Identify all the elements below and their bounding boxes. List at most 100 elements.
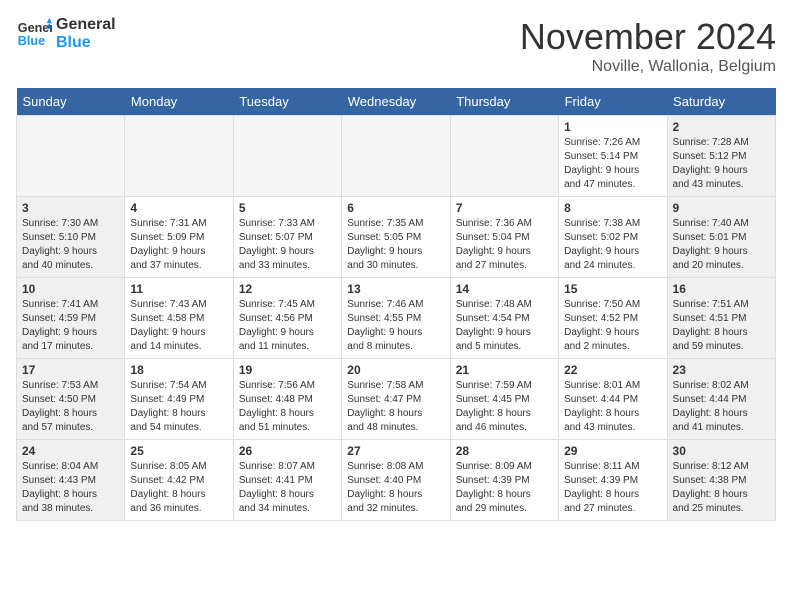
day-info: Sunrise: 7:31 AM Sunset: 5:09 PM Dayligh…	[130, 217, 227, 273]
day-info: Sunrise: 7:48 AM Sunset: 4:54 PM Dayligh…	[456, 298, 553, 354]
day-info: Sunrise: 8:02 AM Sunset: 4:44 PM Dayligh…	[673, 379, 770, 435]
day-info: Sunrise: 7:41 AM Sunset: 4:59 PM Dayligh…	[22, 298, 119, 354]
day-number: 23	[673, 363, 770, 377]
day-info: Sunrise: 7:40 AM Sunset: 5:01 PM Dayligh…	[673, 217, 770, 273]
day-info: Sunrise: 7:38 AM Sunset: 5:02 PM Dayligh…	[564, 217, 661, 273]
day-info: Sunrise: 7:35 AM Sunset: 5:05 PM Dayligh…	[347, 217, 444, 273]
calendar-cell	[233, 116, 341, 197]
day-number: 25	[130, 444, 227, 458]
day-info: Sunrise: 8:08 AM Sunset: 4:40 PM Dayligh…	[347, 460, 444, 516]
day-number: 10	[22, 282, 119, 296]
calendar-cell: 27Sunrise: 8:08 AM Sunset: 4:40 PM Dayli…	[342, 440, 450, 521]
calendar-cell: 13 Sunrise: 7:46 AM Sunset: 4:55 PM Dayli…	[342, 278, 450, 359]
day-info: Sunrise: 7:46 AM Sunset: 4:55 PM Dayligh…	[347, 298, 444, 354]
day-info: Sunrise: 8:09 AM Sunset: 4:39 PM Dayligh…	[456, 460, 553, 516]
day-number: 28	[456, 444, 553, 458]
day-info: Sunrise: 7:33 AM Sunset: 5:07 PM Dayligh…	[239, 217, 336, 273]
title-area: November 2024 Noville, Wallonia, Belgium	[520, 16, 776, 76]
header: General Blue General Blue November 2024 …	[16, 16, 776, 76]
day-number: 18	[130, 363, 227, 377]
day-number: 11	[130, 282, 227, 296]
calendar-cell: 22 Sunrise: 8:01 AM Sunset: 4:44 PM Dayli…	[559, 359, 667, 440]
day-number: 2	[673, 120, 770, 134]
calendar-week-3: 10 Sunrise: 7:41 AM Sunset: 4:59 PM Dayli…	[17, 278, 776, 359]
day-info: Sunrise: 7:45 AM Sunset: 4:56 PM Dayligh…	[239, 298, 336, 354]
calendar-cell: 21Sunrise: 7:59 AM Sunset: 4:45 PM Dayli…	[450, 359, 558, 440]
calendar-table: SundayMondayTuesdayWednesdayThursdayFrid…	[16, 88, 776, 521]
calendar-cell: 17 Sunrise: 7:53 AM Sunset: 4:50 PM Dayli…	[17, 359, 125, 440]
day-info: Sunrise: 8:01 AM Sunset: 4:44 PM Dayligh…	[564, 379, 661, 435]
day-info: Sunrise: 7:58 AM Sunset: 4:47 PM Dayligh…	[347, 379, 444, 435]
header-wednesday: Wednesday	[342, 88, 450, 116]
calendar-cell: 5 Sunrise: 7:33 AM Sunset: 5:07 PM Daylig…	[233, 197, 341, 278]
day-number: 3	[22, 201, 119, 215]
day-info: Sunrise: 7:36 AM Sunset: 5:04 PM Dayligh…	[456, 217, 553, 273]
day-info: Sunrise: 7:43 AM Sunset: 4:58 PM Dayligh…	[130, 298, 227, 354]
day-number: 1	[564, 120, 661, 134]
month-title: November 2024	[520, 16, 776, 58]
calendar-cell: 8 Sunrise: 7:38 AM Sunset: 5:02 PM Daylig…	[559, 197, 667, 278]
day-number: 24	[22, 444, 119, 458]
header-monday: Monday	[125, 88, 233, 116]
calendar-cell: 12 Sunrise: 7:45 AM Sunset: 4:56 PM Dayli…	[233, 278, 341, 359]
day-number: 12	[239, 282, 336, 296]
day-number: 14	[456, 282, 553, 296]
calendar-cell: 6Sunrise: 7:35 AM Sunset: 5:05 PM Daylig…	[342, 197, 450, 278]
calendar-cell: 10 Sunrise: 7:41 AM Sunset: 4:59 PM Dayli…	[17, 278, 125, 359]
day-number: 26	[239, 444, 336, 458]
day-number: 16	[673, 282, 770, 296]
calendar-cell: 7Sunrise: 7:36 AM Sunset: 5:04 PM Daylig…	[450, 197, 558, 278]
day-info: Sunrise: 8:04 AM Sunset: 4:43 PM Dayligh…	[22, 460, 119, 516]
calendar-week-5: 24 Sunrise: 8:04 AM Sunset: 4:43 PM Dayli…	[17, 440, 776, 521]
calendar-cell: 14 Sunrise: 7:48 AM Sunset: 4:54 PM Dayli…	[450, 278, 558, 359]
day-number: 5	[239, 201, 336, 215]
calendar-cell: 16 Sunrise: 7:51 AM Sunset: 4:51 PM Dayli…	[667, 278, 775, 359]
calendar-cell: 28 Sunrise: 8:09 AM Sunset: 4:39 PM Dayli…	[450, 440, 558, 521]
day-number: 17	[22, 363, 119, 377]
day-info: Sunrise: 7:59 AM Sunset: 4:45 PM Dayligh…	[456, 379, 553, 435]
calendar-header-row: SundayMondayTuesdayWednesdayThursdayFrid…	[17, 88, 776, 116]
calendar-cell: 29 Sunrise: 8:11 AM Sunset: 4:39 PM Dayli…	[559, 440, 667, 521]
header-saturday: Saturday	[667, 88, 775, 116]
calendar-cell: 9Sunrise: 7:40 AM Sunset: 5:01 PM Daylig…	[667, 197, 775, 278]
calendar-week-4: 17 Sunrise: 7:53 AM Sunset: 4:50 PM Dayli…	[17, 359, 776, 440]
day-number: 29	[564, 444, 661, 458]
header-sunday: Sunday	[17, 88, 125, 116]
logo-icon: General Blue	[16, 16, 52, 52]
calendar-cell: 3 Sunrise: 7:30 AM Sunset: 5:10 PM Daylig…	[17, 197, 125, 278]
day-number: 4	[130, 201, 227, 215]
day-info: Sunrise: 8:05 AM Sunset: 4:42 PM Dayligh…	[130, 460, 227, 516]
calendar-cell: 11 Sunrise: 7:43 AM Sunset: 4:58 PM Dayli…	[125, 278, 233, 359]
logo-line1: General	[56, 16, 116, 34]
calendar-cell: 24 Sunrise: 8:04 AM Sunset: 4:43 PM Dayli…	[17, 440, 125, 521]
calendar-cell: 18 Sunrise: 7:54 AM Sunset: 4:49 PM Dayli…	[125, 359, 233, 440]
calendar-cell: 15Sunrise: 7:50 AM Sunset: 4:52 PM Dayli…	[559, 278, 667, 359]
header-thursday: Thursday	[450, 88, 558, 116]
day-number: 30	[673, 444, 770, 458]
calendar-cell	[450, 116, 558, 197]
calendar-cell: 26 Sunrise: 8:07 AM Sunset: 4:41 PM Dayli…	[233, 440, 341, 521]
day-info: Sunrise: 7:56 AM Sunset: 4:48 PM Dayligh…	[239, 379, 336, 435]
day-number: 20	[347, 363, 444, 377]
calendar-week-1: 1 Sunrise: 7:26 AM Sunset: 5:14 PM Daylig…	[17, 116, 776, 197]
logo-line2: Blue	[56, 34, 116, 52]
day-info: Sunrise: 8:07 AM Sunset: 4:41 PM Dayligh…	[239, 460, 336, 516]
day-number: 8	[564, 201, 661, 215]
day-info: Sunrise: 8:12 AM Sunset: 4:38 PM Dayligh…	[673, 460, 770, 516]
day-info: Sunrise: 7:51 AM Sunset: 4:51 PM Dayligh…	[673, 298, 770, 354]
logo: General Blue General Blue	[16, 16, 116, 52]
day-number: 13	[347, 282, 444, 296]
calendar-cell	[17, 116, 125, 197]
calendar-cell: 4 Sunrise: 7:31 AM Sunset: 5:09 PM Daylig…	[125, 197, 233, 278]
calendar-cell	[342, 116, 450, 197]
day-info: Sunrise: 8:11 AM Sunset: 4:39 PM Dayligh…	[564, 460, 661, 516]
calendar-cell	[125, 116, 233, 197]
calendar-cell: 19Sunrise: 7:56 AM Sunset: 4:48 PM Dayli…	[233, 359, 341, 440]
day-number: 22	[564, 363, 661, 377]
day-info: Sunrise: 7:26 AM Sunset: 5:14 PM Dayligh…	[564, 136, 661, 192]
calendar-week-2: 3 Sunrise: 7:30 AM Sunset: 5:10 PM Daylig…	[17, 197, 776, 278]
day-info: Sunrise: 7:30 AM Sunset: 5:10 PM Dayligh…	[22, 217, 119, 273]
day-info: Sunrise: 7:54 AM Sunset: 4:49 PM Dayligh…	[130, 379, 227, 435]
day-info: Sunrise: 7:53 AM Sunset: 4:50 PM Dayligh…	[22, 379, 119, 435]
day-info: Sunrise: 7:28 AM Sunset: 5:12 PM Dayligh…	[673, 136, 770, 192]
